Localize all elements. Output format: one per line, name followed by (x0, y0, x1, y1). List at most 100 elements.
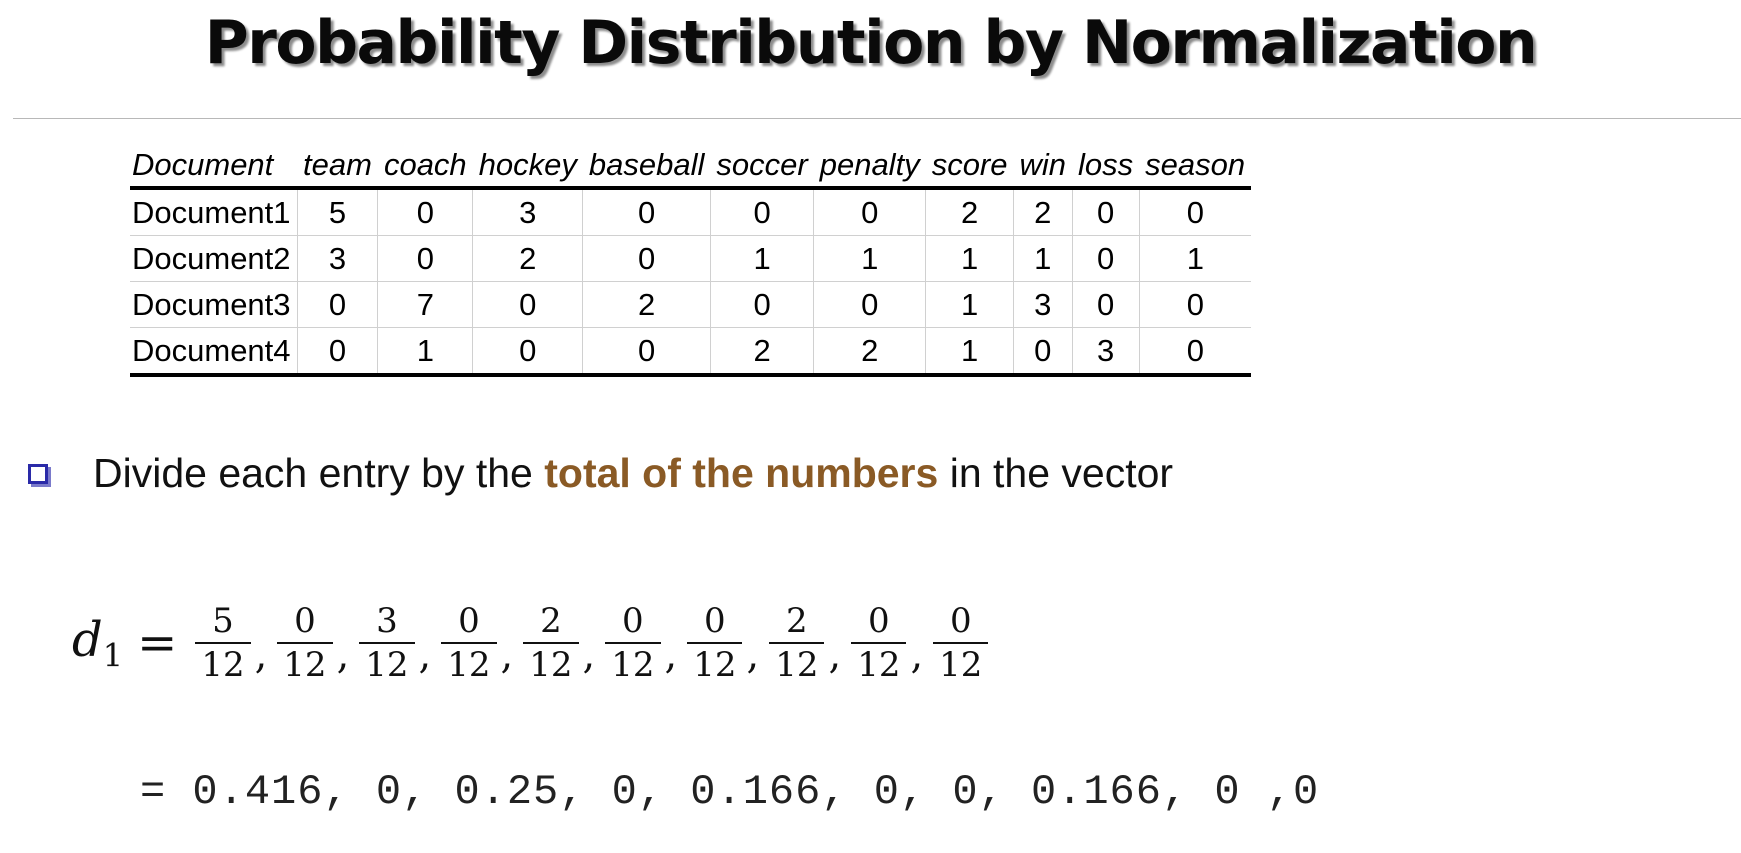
normalized-result: = 0.416, 0, 0.25, 0, 0.166, 0, 0, 0.166,… (140, 768, 1320, 816)
bullet-text: Divide each entry by the total of the nu… (93, 450, 1173, 497)
table-cell: 0 (472, 281, 583, 328)
table-cell: 2 (582, 281, 711, 328)
table-cell: 1 (709, 235, 814, 282)
table-cell: 0 (709, 281, 814, 328)
col-header: score (925, 144, 1014, 190)
table-row: Document4 0 1 0 0 2 2 1 0 3 0 (130, 327, 1252, 377)
row-label: Document1 (130, 188, 298, 236)
fraction: 0 12 (441, 600, 497, 686)
row-label: Document4 (130, 327, 298, 377)
fraction: 0 12 (687, 600, 743, 686)
table-cell: 0 (296, 327, 378, 377)
table-cell: 7 (377, 281, 473, 328)
table-cell: 1 (925, 327, 1014, 377)
fraction: 0 12 (605, 600, 661, 686)
formula-equals: = (137, 615, 178, 671)
table-row: Document2 3 0 2 0 1 1 1 1 0 1 (130, 235, 1252, 282)
bullet-point: Divide each entry by the total of the nu… (28, 450, 1173, 497)
table-cell: 2 (925, 188, 1014, 236)
table-cell: 2 (472, 235, 583, 282)
table-cell: 1 (1138, 235, 1252, 282)
table-cell: 0 (1013, 327, 1073, 377)
fraction-denominator: 12 (605, 642, 661, 686)
table-cell: 0 (1071, 235, 1140, 282)
col-header: season (1139, 144, 1252, 190)
fraction-separator: , (336, 632, 350, 678)
table-cell: 2 (709, 327, 814, 377)
fraction-numerator: 0 (704, 601, 726, 641)
table-cell: 0 (377, 188, 473, 236)
col-header: win (1013, 144, 1073, 190)
fraction-denominator: 12 (195, 642, 251, 686)
col-header: hockey (472, 144, 583, 190)
fraction-denominator: 12 (277, 642, 333, 686)
normalization-formula: d1 = 5 12 , 0 12 , 3 12 , 0 12 , 2 12 , 0 12 ,… (72, 600, 994, 686)
fraction-denominator: 12 (441, 642, 497, 686)
fraction-numerator: 0 (294, 601, 316, 641)
table-cell: 3 (1013, 281, 1073, 328)
fraction-numerator: 0 (868, 601, 890, 641)
table-cell: 2 (813, 327, 926, 377)
col-header: baseball (582, 144, 711, 190)
fraction-numerator: 2 (540, 601, 562, 641)
table-cell: 0 (1071, 188, 1140, 236)
fraction: 3 12 (359, 600, 415, 686)
fraction: 5 12 (195, 600, 251, 686)
fraction-numerator: 0 (458, 601, 480, 641)
fraction-separator: , (254, 632, 268, 678)
fraction: 2 12 (769, 600, 825, 686)
table-cell: 0 (1071, 281, 1140, 328)
table-cell: 0 (582, 327, 711, 377)
fraction-separator: , (910, 632, 924, 678)
table-cell: 0 (1138, 281, 1252, 328)
fraction: 2 12 (523, 600, 579, 686)
table-cell: 0 (813, 188, 926, 236)
table-cell: 0 (813, 281, 926, 328)
fraction-numerator: 5 (212, 601, 234, 641)
table-cell: 0 (582, 235, 711, 282)
table-row: Document3 0 7 0 2 0 0 1 3 0 0 (130, 281, 1252, 328)
fraction-denominator: 12 (769, 642, 825, 686)
col-header: soccer (710, 144, 814, 190)
term-frequency-table: Document team coach hockey baseball socc… (130, 144, 1252, 377)
table-cell: 1 (925, 235, 1014, 282)
bullet-text-before: Divide each entry by the (93, 450, 545, 496)
fraction-separator: , (664, 632, 678, 678)
table-header-row: Document team coach hockey baseball socc… (130, 144, 1252, 190)
table-cell: 1 (1013, 235, 1073, 282)
fraction: 0 12 (933, 600, 989, 686)
fraction-separator: , (582, 632, 596, 678)
fraction-separator: , (828, 632, 842, 678)
col-header: team (297, 144, 378, 190)
table-cell: 2 (1013, 188, 1073, 236)
slide-title: Probability Distribution by Normalizatio… (204, 8, 1538, 78)
row-label: Document3 (130, 281, 298, 328)
col-header: penalty (813, 144, 926, 190)
title-divider (13, 118, 1741, 119)
table-cell: 3 (1071, 327, 1140, 377)
row-label: Document2 (130, 235, 298, 282)
square-bullet-icon (28, 463, 48, 484)
table-cell: 0 (472, 327, 583, 377)
table-cell: 0 (582, 188, 711, 236)
formula-variable: d (72, 611, 103, 668)
table-cell: 1 (813, 235, 926, 282)
fraction-numerator: 3 (376, 601, 398, 641)
table-cell: 1 (377, 327, 473, 377)
table-cell: 0 (296, 281, 378, 328)
fraction-numerator: 0 (949, 601, 972, 641)
fraction-denominator: 12 (523, 642, 579, 686)
formula-subscript: 1 (102, 636, 124, 675)
table-cell: 0 (377, 235, 473, 282)
col-header: Document (130, 144, 298, 190)
fraction-denominator: 12 (851, 642, 907, 686)
table-row: Document1 5 0 3 0 0 0 2 2 0 0 (130, 188, 1252, 236)
col-header: coach (377, 144, 473, 190)
table-cell: 0 (709, 188, 814, 236)
fraction-denominator: 12 (359, 642, 415, 686)
col-header: loss (1072, 144, 1140, 190)
table-cell: 3 (296, 235, 378, 282)
table-cell: 3 (472, 188, 583, 236)
bullet-highlight: total of the numbers (544, 450, 939, 496)
fraction: 0 12 (277, 600, 333, 686)
